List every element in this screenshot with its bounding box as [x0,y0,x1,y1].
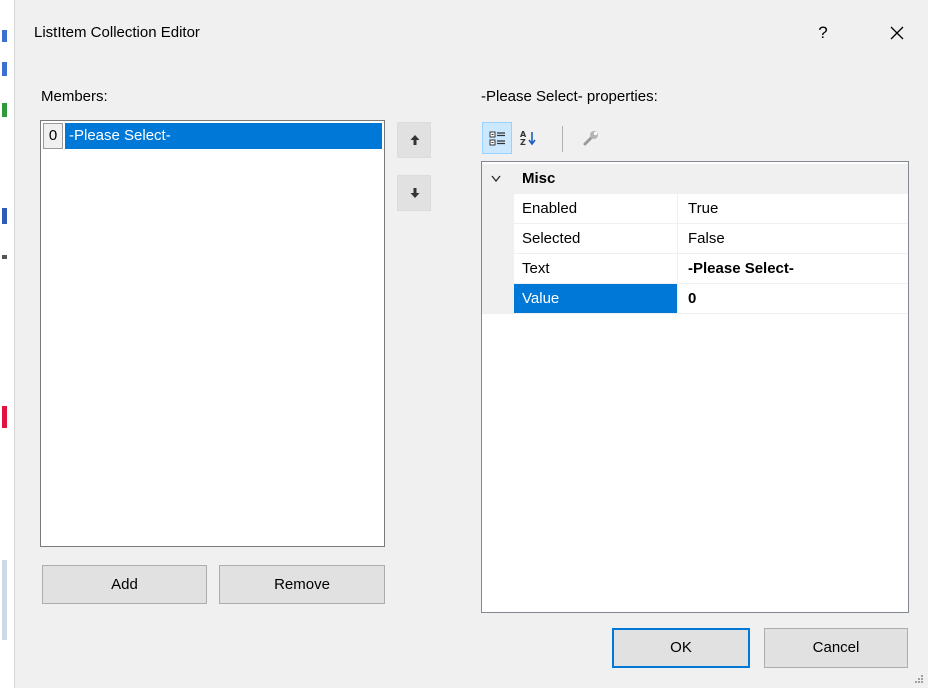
list-item[interactable]: 0 -Please Select- [43,123,382,149]
arrow-up-icon [410,135,420,145]
dialog-title: ListItem Collection Editor [34,24,200,41]
property-pages-button[interactable] [576,122,606,154]
wrench-icon [583,131,598,146]
property-row-selected[interactable]: Selected False [482,224,908,254]
property-name: Text [514,254,678,284]
toolbar-separator [562,126,563,152]
edge-mark [2,62,7,76]
svg-text:Z: Z [520,138,526,147]
property-name: Enabled [514,194,678,224]
row-gutter [482,254,514,284]
edge-mark [2,560,7,640]
resize-grip-icon[interactable] [914,674,924,684]
edge-mark [2,406,7,428]
background-window-edge [0,0,15,688]
arrow-down-icon [410,188,420,198]
alphabetical-sort-icon: A Z [520,130,536,147]
move-down-button[interactable] [397,175,431,211]
members-list[interactable]: 0 -Please Select- [40,120,385,547]
alphabetical-button[interactable]: A Z [514,122,544,154]
move-up-button[interactable] [397,122,431,158]
property-name: Selected [514,224,678,254]
member-text: -Please Select- [65,123,382,149]
members-label: Members: [41,88,108,105]
property-grid[interactable]: Misc Enabled True Selected False Text -P… [481,161,909,613]
property-row-text[interactable]: Text -Please Select- [482,254,908,284]
edge-mark [2,208,7,224]
member-index: 0 [43,123,63,149]
close-icon [890,26,904,40]
property-value[interactable]: False [678,224,908,254]
edge-mark [2,255,7,259]
category-label: Misc [522,170,556,187]
add-button[interactable]: Add [42,565,207,604]
cancel-button[interactable]: Cancel [764,628,908,668]
remove-button[interactable]: Remove [219,565,385,604]
properties-label: -Please Select- properties: [481,88,658,105]
edge-mark [2,103,7,117]
row-gutter [482,284,514,314]
edge-mark [2,30,7,42]
property-value[interactable]: 0 [678,284,908,314]
help-button[interactable]: ? [810,20,836,46]
property-value[interactable]: -Please Select- [678,254,908,284]
property-value[interactable]: True [678,194,908,224]
property-row-enabled[interactable]: Enabled True [482,194,908,224]
close-button[interactable] [882,18,912,48]
chevron-down-icon[interactable] [490,174,502,184]
category-row-misc[interactable]: Misc [482,164,908,194]
row-gutter [482,194,514,224]
property-row-value[interactable]: Value 0 [482,284,908,314]
row-gutter [482,224,514,254]
ok-button[interactable]: OK [612,628,750,668]
categorized-icon [489,131,505,146]
property-name: Value [514,284,678,314]
categorized-button[interactable] [482,122,512,154]
